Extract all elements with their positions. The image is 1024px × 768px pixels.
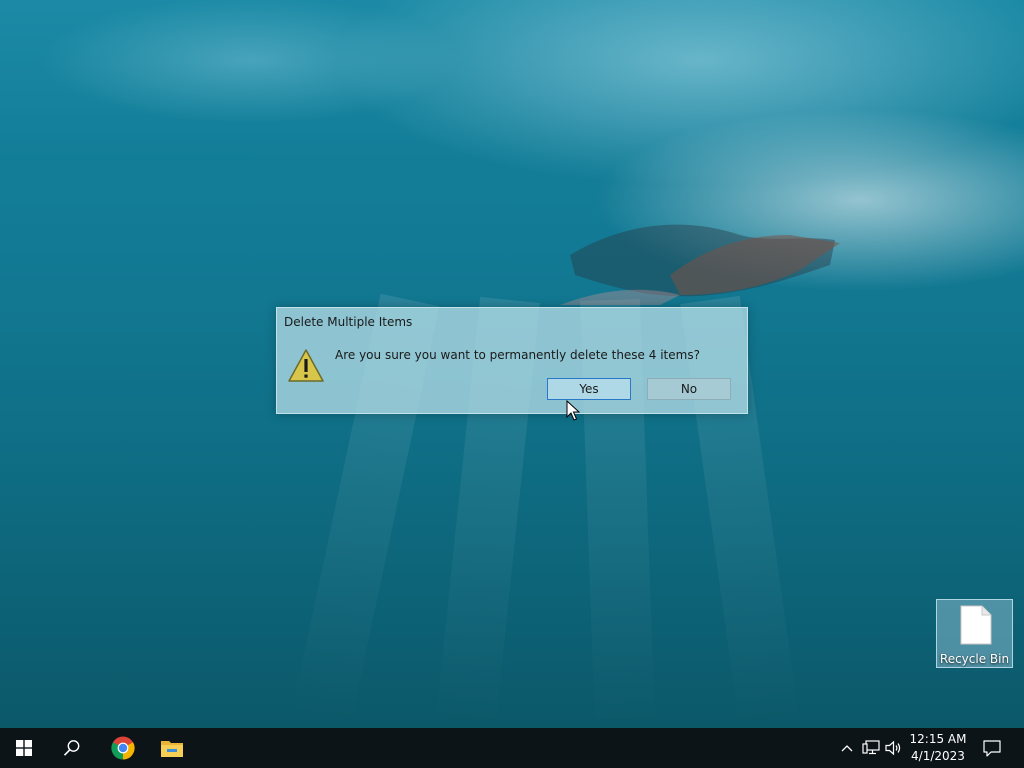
taskbar-app-file-explorer[interactable] (148, 728, 196, 768)
mouse-cursor-icon (566, 400, 580, 421)
taskbar-clock[interactable]: 12:15 AM 4/1/2023 (902, 731, 974, 765)
taskbar: 12:15 AM 4/1/2023 (0, 728, 1024, 768)
clock-date: 4/1/2023 (911, 749, 965, 763)
windows-icon (16, 740, 32, 756)
notification-icon (983, 739, 1001, 757)
dialog-message: Are you sure you want to permanently del… (335, 348, 700, 362)
file-icon (960, 605, 992, 645)
dialog-title: Delete Multiple Items (284, 315, 413, 329)
swimmer-image (560, 224, 840, 305)
network-icon (862, 740, 880, 755)
folder-icon (161, 741, 183, 757)
warning-icon (288, 349, 324, 382)
taskbar-app-chrome[interactable] (99, 728, 147, 768)
chrome-icon (111, 736, 135, 760)
search-button[interactable] (48, 728, 96, 768)
no-button[interactable]: No (647, 378, 731, 400)
desktop-icon-recycle-bin[interactable]: Recycle Bin (936, 599, 1013, 668)
desktop-icon-label: Recycle Bin (939, 652, 1010, 666)
search-icon (63, 740, 80, 756)
tray-volume-button[interactable] (884, 728, 904, 768)
start-button[interactable] (0, 728, 48, 768)
notification-center-button[interactable] (978, 728, 1006, 768)
yes-button[interactable]: Yes (547, 378, 631, 400)
chevron-up-icon (841, 745, 853, 752)
tray-chevron-button[interactable] (838, 728, 856, 768)
clock-time: 12:15 AM (909, 732, 967, 746)
tray-network-button[interactable] (860, 728, 882, 768)
delete-confirm-dialog: Delete Multiple Items Are you sure you w… (276, 307, 748, 414)
volume-icon (885, 740, 901, 756)
